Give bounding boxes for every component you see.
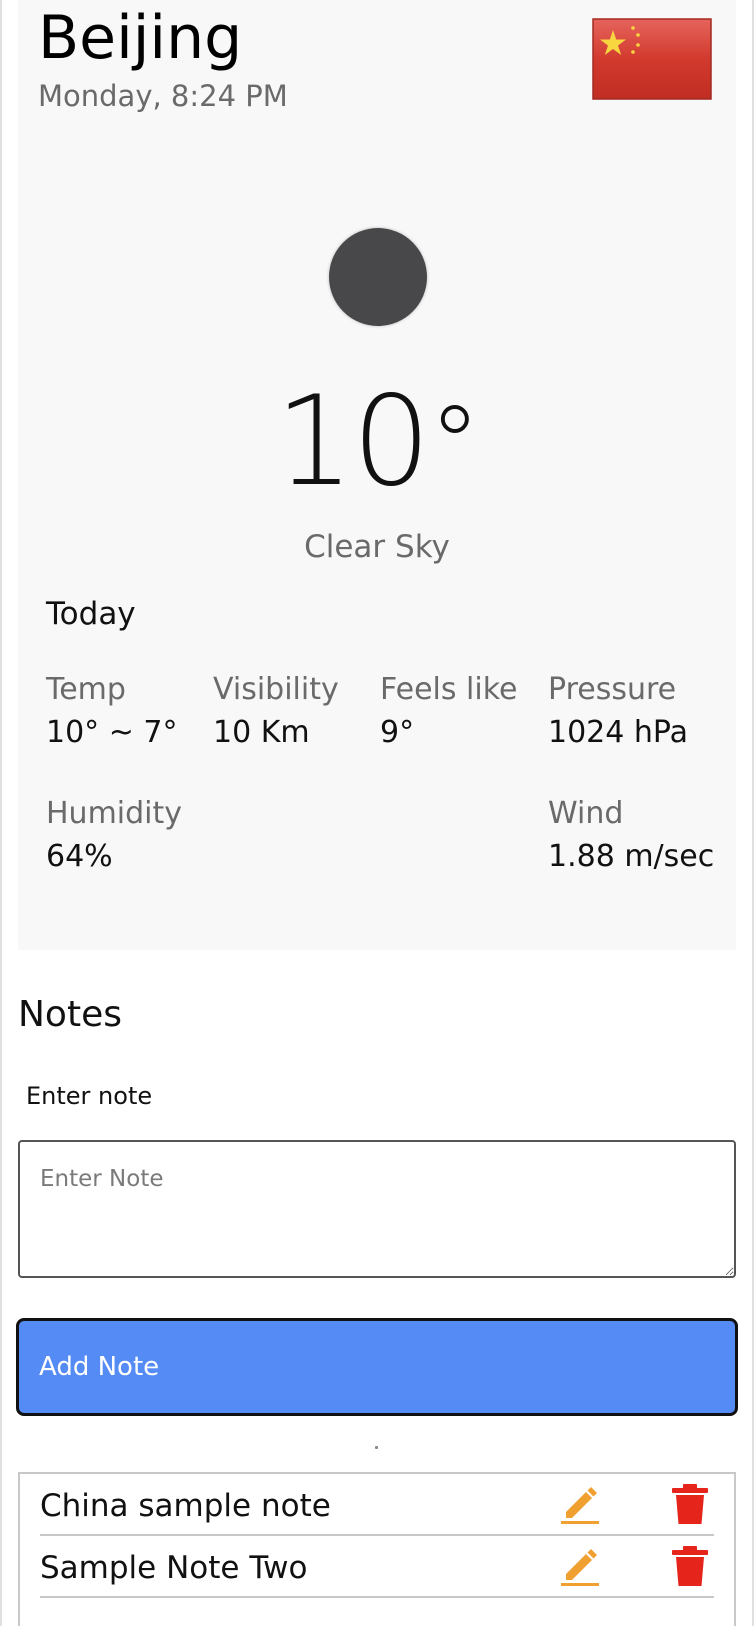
stat-temp-value: 10° ~ 7° bbox=[46, 715, 178, 750]
list-item: China sample note bbox=[40, 1474, 714, 1536]
stat-temp: Temp 10° ~ 7° bbox=[46, 670, 216, 753]
note-input-label: Enter note bbox=[26, 1082, 153, 1110]
stat-feels-like: Feels like 9° bbox=[380, 670, 550, 753]
moon-icon bbox=[329, 228, 427, 326]
trash-icon bbox=[672, 1484, 708, 1524]
list-item: Sample Note Two bbox=[40, 1536, 714, 1598]
temperature-value: 10 bbox=[275, 370, 431, 514]
stat-temp-label: Temp bbox=[46, 672, 126, 707]
delete-note-button[interactable] bbox=[668, 1482, 712, 1526]
pencil-icon bbox=[561, 1487, 599, 1524]
china-flag-icon bbox=[592, 18, 712, 100]
add-note-button[interactable]: Add Note bbox=[16, 1318, 738, 1416]
pencil-icon bbox=[561, 1549, 599, 1586]
stat-wind: Wind 1.88 m/sec bbox=[548, 794, 718, 877]
stat-pressure-value: 1024 hPa bbox=[548, 715, 689, 750]
stat-feels-like-label: Feels like bbox=[380, 672, 518, 707]
divider-mark bbox=[375, 1446, 378, 1449]
edit-note-button[interactable] bbox=[558, 1482, 602, 1526]
city-name: Beijing bbox=[38, 3, 243, 73]
stat-visibility: Visibility 10 Km bbox=[213, 670, 383, 753]
stat-pressure-label: Pressure bbox=[548, 672, 677, 707]
stat-visibility-value: 10 Km bbox=[213, 715, 310, 750]
page-border-left bbox=[0, 0, 2, 1626]
today-heading: Today bbox=[46, 596, 136, 632]
note-text: China sample note bbox=[40, 1488, 331, 1524]
stat-pressure: Pressure 1024 hPa bbox=[548, 670, 718, 753]
degree-symbol: ° bbox=[428, 383, 481, 505]
trash-icon bbox=[672, 1546, 708, 1586]
stat-wind-label: Wind bbox=[548, 796, 624, 831]
weather-condition: Clear Sky bbox=[304, 529, 450, 565]
weather-card: Beijing Monday, 8:24 PM 10° Clear Sky To… bbox=[18, 0, 736, 950]
edit-note-button[interactable] bbox=[558, 1544, 602, 1588]
note-input[interactable] bbox=[18, 1140, 736, 1278]
stat-humidity-label: Humidity bbox=[46, 796, 183, 831]
delete-note-button[interactable] bbox=[668, 1544, 712, 1588]
date-time: Monday, 8:24 PM bbox=[38, 79, 288, 113]
note-text: Sample Note Two bbox=[40, 1550, 308, 1586]
stat-humidity-value: 64% bbox=[46, 839, 113, 874]
stat-humidity: Humidity 64% bbox=[46, 794, 216, 877]
stat-visibility-label: Visibility bbox=[213, 672, 339, 707]
current-temperature: 10° bbox=[18, 372, 736, 512]
notes-heading: Notes bbox=[18, 994, 122, 1035]
stat-wind-value: 1.88 m/sec bbox=[548, 839, 715, 874]
stat-feels-like-value: 9° bbox=[380, 715, 415, 750]
notes-list: China sample note Sample Note Two bbox=[18, 1472, 736, 1626]
